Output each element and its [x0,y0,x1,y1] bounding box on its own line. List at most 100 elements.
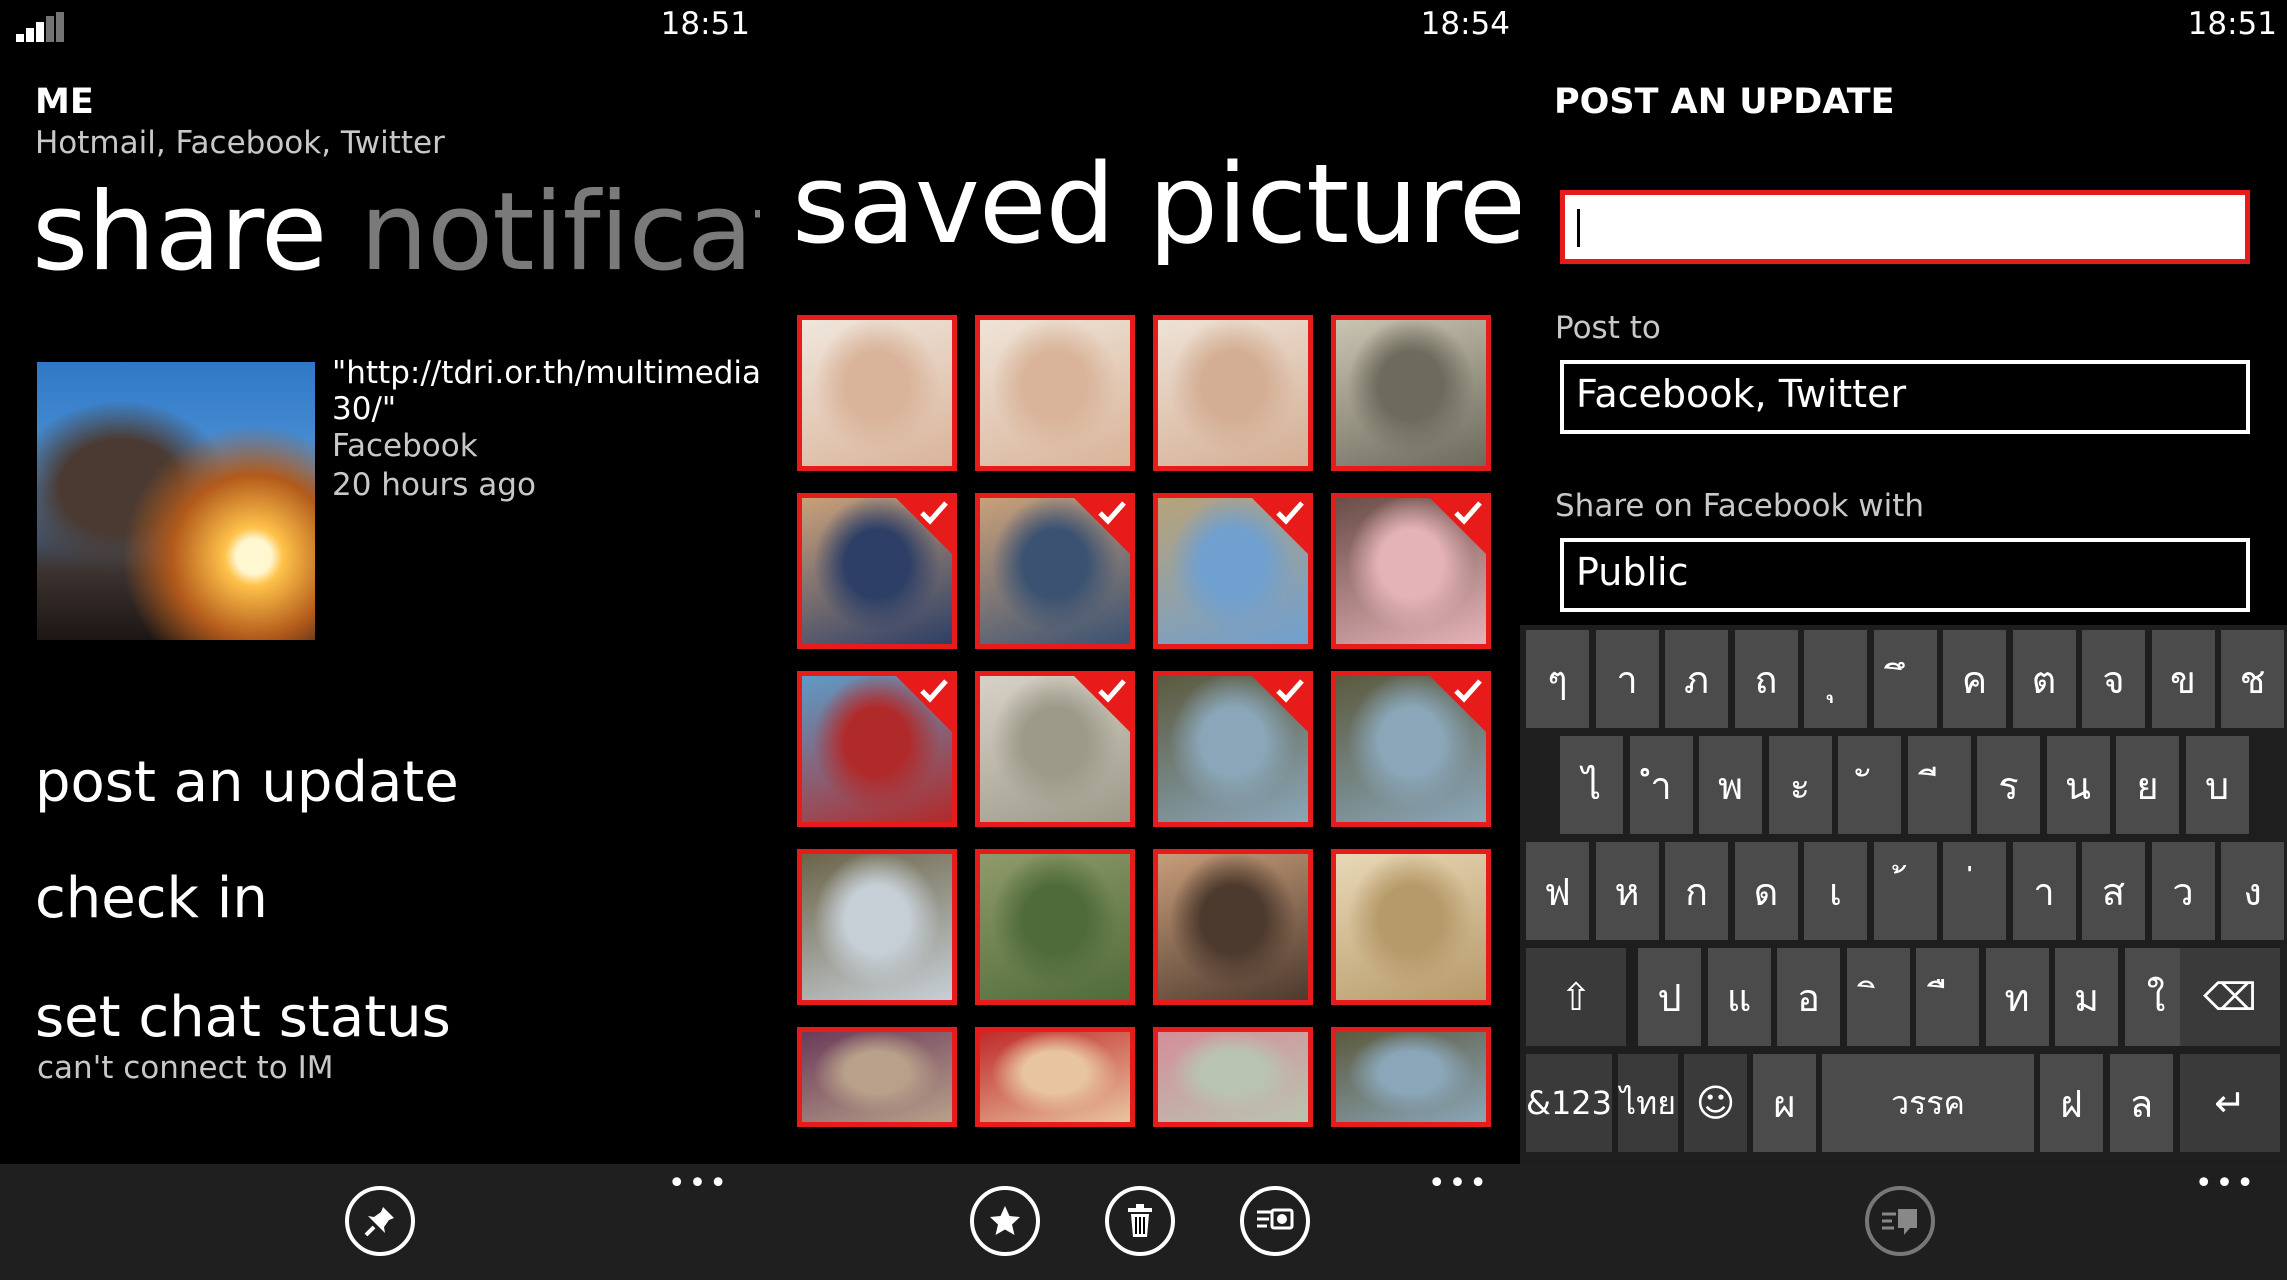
post-photo[interactable] [37,362,315,640]
app-bar: ••• [760,1164,1520,1280]
key-0[interactable]: ๆ [1526,630,1589,728]
key-6[interactable]: ค [1943,630,2006,728]
photo-tile[interactable] [975,1027,1135,1127]
photo-tile[interactable] [797,493,957,649]
key-3[interactable]: ถ [1734,630,1798,728]
key-r2-3[interactable]: ะ [1768,736,1832,834]
photo-tile[interactable] [1331,315,1491,471]
key-8[interactable]: จ [2082,630,2145,728]
key-1[interactable]: า [1595,630,1659,728]
enter-key[interactable]: ↵ [2180,1054,2280,1152]
status-time: 18:54 [1420,6,1510,42]
favorite-icon[interactable] [970,1186,1040,1256]
selected-check-icon [1429,497,1487,555]
key-r3-9[interactable]: ว [2151,842,2215,940]
photo-tile[interactable] [1331,1027,1491,1127]
key-r2-2[interactable]: พ [1699,736,1762,834]
photo-tile[interactable] [975,315,1135,471]
share-with-select[interactable]: Public [1560,538,2250,612]
post-to-select[interactable]: Facebook, Twitter [1560,360,2250,434]
key-r4-2[interactable]: แ [1707,948,1771,1046]
emoji-key[interactable]: ☺ [1684,1054,1747,1152]
photo-tile[interactable] [975,493,1135,649]
photo-tile[interactable] [797,671,957,827]
key-r2-0[interactable]: ไ [1560,736,1623,834]
status-text-input[interactable] [1560,190,2250,264]
photo-tile[interactable] [1331,849,1491,1005]
photo-tile[interactable] [1153,1027,1313,1127]
key-r2-5[interactable]: ี [1907,736,1971,834]
key-r3-6[interactable]: ่ [1943,842,2006,940]
photo-tile[interactable] [797,315,957,471]
post-link-text[interactable]: "http://tdri.or.th/multimedia/thinkx2-30… [332,355,760,427]
chat-status-subtext: can't connect to IM [37,1050,334,1086]
photo-tile[interactable] [797,1027,957,1127]
photo-tile[interactable] [797,849,957,1005]
key-r3-3[interactable]: ด [1734,842,1798,940]
photo-tile[interactable] [1153,493,1313,649]
key-r5-lo[interactable]: ล [2110,1054,2173,1152]
page-title: saved pictures [792,140,1520,268]
key-r4-3[interactable]: อ [1777,948,1840,1046]
pin-icon[interactable] [345,1186,415,1256]
emoji-icon[interactable] [1865,1186,1935,1256]
photo-tile[interactable] [975,849,1135,1005]
post-source: Facebook [332,428,478,464]
key-r3-0[interactable]: ฟ [1526,842,1589,940]
language-key[interactable]: ไทย [1618,1054,1678,1152]
key-r3-8[interactable]: ส [2082,842,2145,940]
space-key[interactable]: วรรค [1822,1054,2034,1152]
selected-check-icon [1073,675,1131,733]
key-9[interactable]: ข [2151,630,2215,728]
post-update-link[interactable]: post an update [35,750,459,815]
photo-tile[interactable] [1153,671,1313,827]
key-r2-9[interactable]: บ [2185,736,2249,834]
key-r4-5[interactable]: ื [1916,948,1979,1046]
key-r3-2[interactable]: ก [1665,842,1728,940]
key-r4-1[interactable]: ป [1638,948,1701,1046]
delete-icon[interactable] [1105,1186,1175,1256]
text-caret [1577,209,1580,247]
pivot-notifications[interactable]: notificati [360,170,760,295]
photo-tile[interactable] [1331,493,1491,649]
shift-key[interactable]: ⇧ [1526,948,1626,1046]
key-r2-4[interactable]: ั [1838,736,1901,834]
key-r3-10[interactable]: ง [2221,842,2284,940]
key-r3-1[interactable]: ห [1595,842,1659,940]
check-in-link[interactable]: check in [35,866,268,931]
status-time: 18:51 [660,6,750,42]
key-5[interactable]: ึ [1873,630,1937,728]
key-r4-4[interactable]: ิ [1846,948,1910,1046]
photo-tile[interactable] [1331,671,1491,827]
numbers-key[interactable]: &123 [1526,1054,1612,1152]
key-r3-5[interactable]: ้ [1873,842,1937,940]
photo-tile[interactable] [1153,315,1313,471]
more-button[interactable]: ••• [668,1169,730,1199]
more-button[interactable]: ••• [2195,1169,2257,1199]
key-r3-4[interactable]: เ [1804,842,1867,940]
key-r5-fa[interactable]: ฝ [2040,1054,2103,1152]
saved-pictures-panel: 18:54 saved pictures ••• [760,0,1520,1280]
key-r4-6[interactable]: ท [1985,948,2049,1046]
key-4[interactable]: ุ [1804,630,1867,728]
share-icon[interactable] [1240,1186,1310,1256]
key-2[interactable]: ภ [1665,630,1728,728]
key-r4-8[interactable]: ใ [2124,948,2188,1046]
key-r2-8[interactable]: ย [2116,736,2179,834]
key-r3-7[interactable]: า [2012,842,2076,940]
status-time: 18:51 [2187,6,2277,42]
key-r4-7[interactable]: ม [2055,948,2118,1046]
key-r2-1[interactable]: ำ [1629,736,1693,834]
set-chat-status-link[interactable]: set chat status [35,985,451,1050]
key-7[interactable]: ต [2012,630,2076,728]
key-r5-pha[interactable]: ผ [1753,1054,1816,1152]
pivot-share[interactable]: share [32,170,327,295]
key-r2-7[interactable]: น [2046,736,2110,834]
thai-keyboard: ๆาภถุึคตจขชไำพะัีรนยบฟหกดเ้่าสวง⇧ปแอิืทม… [1520,625,2287,1165]
photo-tile[interactable] [1153,849,1313,1005]
photo-tile[interactable] [975,671,1135,827]
key-r2-6[interactable]: ร [1977,736,2040,834]
key-10[interactable]: ช [2221,630,2284,728]
more-button[interactable]: ••• [1428,1169,1490,1199]
backspace-key[interactable]: ⌫ [2180,948,2280,1046]
